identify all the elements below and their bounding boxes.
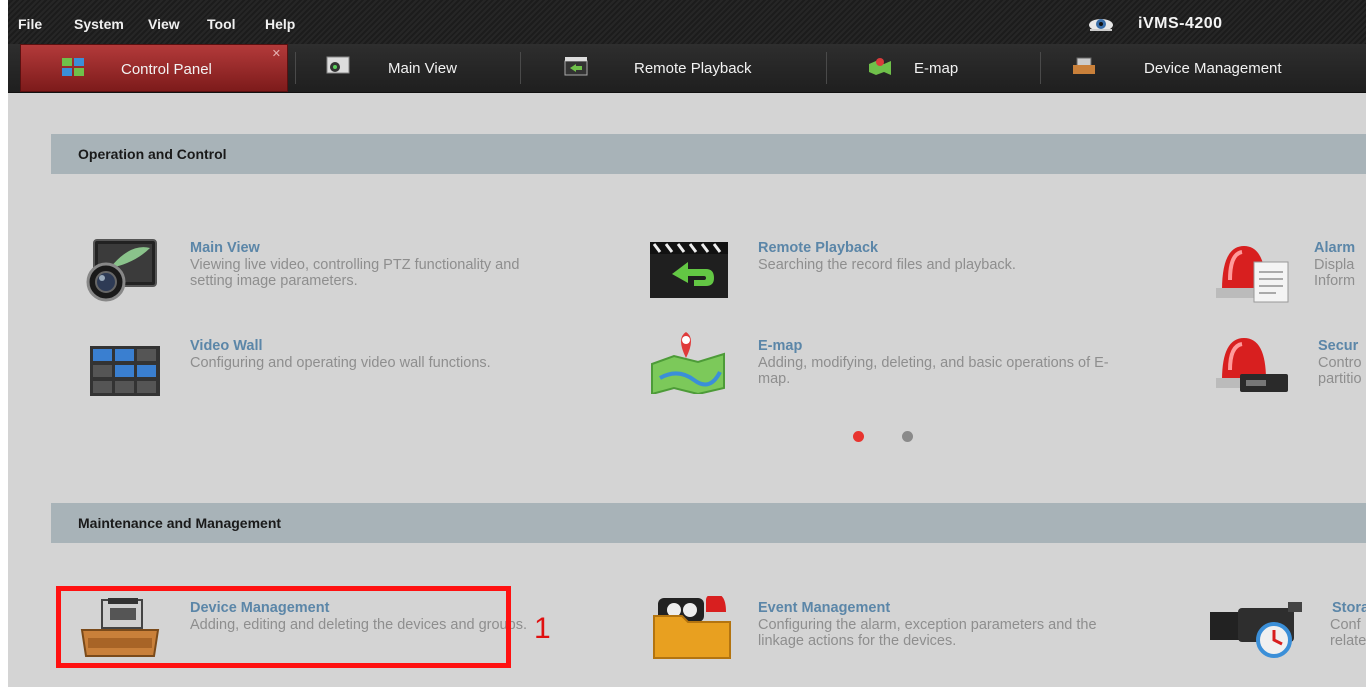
annotation-number: 1	[534, 612, 551, 645]
tab-label: Remote Playback	[634, 60, 752, 77]
alarm-siren-icon	[1216, 246, 1289, 303]
storage-camera-icon	[1210, 602, 1302, 658]
emap-icon	[869, 58, 891, 75]
pager-dot-1[interactable]	[853, 431, 864, 442]
tab-device-management[interactable]: Device Management	[1048, 44, 1366, 92]
tab-label: Device Management	[1144, 60, 1282, 77]
module-description: Contro partitio	[1318, 355, 1362, 387]
module-emap[interactable]: E-map Adding, modifying, deleting, and b…	[648, 332, 1128, 398]
module-description: Configuring and operating video wall fun…	[190, 355, 491, 371]
camera-lens-icon	[86, 239, 157, 302]
menu-system[interactable]: System	[74, 16, 124, 32]
video-wall-grid-icon	[90, 346, 160, 396]
menu-view[interactable]: View	[148, 16, 180, 32]
module-description: Adding, modifying, deleting, and basic o…	[758, 355, 1109, 387]
camera-logo-icon	[1089, 19, 1113, 31]
module-title[interactable]: Stora	[1332, 600, 1366, 616]
tab-label: E-map	[914, 60, 959, 77]
module-description: Viewing live video, controlling PTZ func…	[190, 257, 520, 289]
section-title: Maintenance and Management	[78, 515, 282, 531]
module-alarm[interactable]: Alarm Displa Inform	[1204, 240, 1366, 303]
module-storage[interactable]: Stora Conf relate	[1208, 600, 1366, 660]
section-header-operation: Operation and Control	[51, 134, 1366, 174]
app-window: File System View Tool Help iVMS-4200 Con…	[8, 0, 1366, 687]
control-panel-icon	[62, 58, 84, 76]
module-title[interactable]: Video Wall	[190, 338, 263, 354]
module-description: Conf relate	[1330, 617, 1366, 649]
map-pin-icon	[651, 332, 725, 394]
tab-divider	[295, 52, 296, 84]
tab-emap[interactable]: E-map	[834, 44, 1032, 92]
module-title[interactable]: Alarm	[1314, 240, 1355, 256]
tab-divider	[1040, 52, 1041, 84]
module-description: Configuring the alarm, exception paramet…	[758, 617, 1097, 649]
pager-dot-2[interactable]	[902, 431, 913, 442]
tab-label: Control Panel	[121, 61, 212, 78]
tab-divider	[826, 52, 827, 84]
module-remote-playback[interactable]: Remote Playback Searching the record fil…	[648, 240, 1128, 300]
menu-file[interactable]: File	[18, 16, 42, 32]
module-title[interactable]: Main View	[190, 240, 260, 256]
tab-label: Main View	[388, 60, 457, 77]
tab-remote-playback[interactable]: Remote Playback	[528, 44, 818, 92]
event-folder-icon	[653, 596, 731, 659]
app-title: iVMS-4200	[1138, 15, 1223, 32]
annotation-highlight-box	[56, 586, 511, 668]
device-management-icon	[1073, 57, 1095, 74]
tab-divider	[520, 52, 521, 84]
module-title[interactable]: Event Management	[758, 600, 890, 616]
menu-bar: File System View Tool Help iVMS-4200	[8, 0, 1366, 44]
remote-playback-icon	[564, 57, 588, 76]
module-security[interactable]: Secur Contro partitio	[1208, 338, 1366, 398]
module-description: Displa Inform	[1314, 257, 1356, 289]
module-title[interactable]: Remote Playback	[758, 240, 878, 256]
section-title: Operation and Control	[78, 146, 227, 162]
module-title[interactable]: E-map	[758, 338, 802, 354]
main-view-icon	[326, 56, 350, 74]
tab-main-view[interactable]: Main View	[304, 44, 514, 92]
tab-control-panel[interactable]: Control Panel ✕	[20, 44, 288, 92]
module-title[interactable]: Secur	[1318, 338, 1358, 354]
clapperboard-playback-icon	[650, 242, 728, 298]
module-event-management[interactable]: Event Management Configuring the alarm, …	[648, 596, 1138, 676]
security-siren-icon	[1216, 338, 1288, 392]
menu-help[interactable]: Help	[265, 16, 295, 32]
menu-tool[interactable]: Tool	[207, 16, 236, 32]
section-header-maintenance: Maintenance and Management	[51, 503, 1366, 543]
module-description: Searching the record files and playback.	[758, 257, 1016, 273]
module-tab-bar: Control Panel ✕ Main View Remote Playbac…	[8, 44, 1366, 93]
close-icon[interactable]: ✕	[272, 47, 281, 60]
module-main-view[interactable]: Main View Viewing live video, controllin…	[80, 239, 580, 316]
module-video-wall[interactable]: Video Wall Configuring and operating vid…	[90, 338, 580, 398]
